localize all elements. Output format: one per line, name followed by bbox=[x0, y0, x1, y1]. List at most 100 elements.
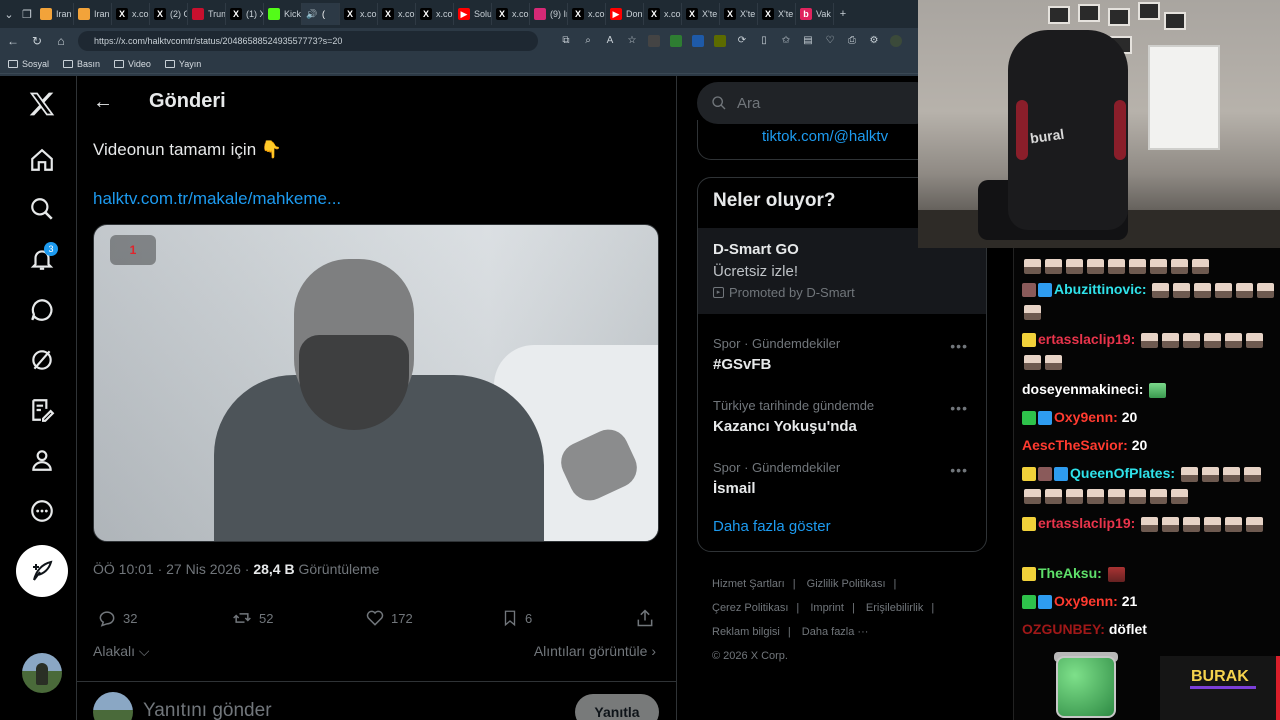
bookmark-action[interactable]: 6 bbox=[501, 608, 532, 628]
show-more-link[interactable]: Daha fazla göster bbox=[713, 518, 831, 535]
reply-input[interactable]: Yanıtını gönder bbox=[143, 700, 272, 720]
screenshot-icon[interactable]: ⧉ bbox=[560, 35, 572, 47]
chat-emote-icon bbox=[1045, 354, 1062, 370]
trend-item[interactable]: Türkiye tarihinde gündemde Kazancı Yokuş… bbox=[698, 386, 986, 448]
browser-tab[interactable]: X X'te bbox=[720, 3, 758, 25]
chat-username[interactable]: Oxy9enn: bbox=[1054, 593, 1118, 609]
chat-username[interactable]: OZGUNBEY: bbox=[1022, 621, 1105, 637]
chat-username[interactable]: QueenOfPlates: bbox=[1070, 465, 1175, 481]
browser-tab[interactable]: X X'te bbox=[758, 3, 796, 25]
chat-username[interactable]: Oxy9enn: bbox=[1054, 409, 1118, 425]
trend-item[interactable]: Spor · Gündemdekiler #GSvFB ••• bbox=[698, 324, 986, 386]
footer-cookies[interactable]: Çerez Politikası bbox=[712, 602, 788, 614]
favorites-icon[interactable]: ✩ bbox=[780, 35, 792, 47]
home-nav-icon[interactable] bbox=[20, 138, 64, 182]
browser-tab[interactable]: Xx.cor bbox=[492, 3, 530, 25]
tiktok-link[interactable]: tiktok.com/@halktv bbox=[762, 128, 888, 145]
browser-tab[interactable]: (9) Ir bbox=[530, 3, 568, 25]
bookmark-folder[interactable]: Basın bbox=[63, 59, 100, 69]
profile-icon[interactable] bbox=[20, 438, 64, 482]
chat-username[interactable]: AescTheSavior: bbox=[1022, 437, 1128, 453]
chat-username[interactable]: doseyenmakineci: bbox=[1022, 381, 1143, 397]
like-action[interactable]: 172 bbox=[365, 608, 413, 628]
footer-imprint[interactable]: Imprint bbox=[810, 602, 844, 614]
sync-icon[interactable]: ⟳ bbox=[736, 35, 748, 47]
browser-tab[interactable]: Xx.cor bbox=[568, 3, 606, 25]
chat-username[interactable]: ertasslaclip19: bbox=[1038, 331, 1135, 347]
compose-post-button[interactable] bbox=[16, 545, 68, 597]
browser-tab[interactable]: Xx.cor bbox=[644, 3, 682, 25]
extension-icon[interactable] bbox=[648, 35, 660, 47]
workspaces-icon[interactable]: ❐ bbox=[18, 8, 36, 21]
reply-button[interactable]: Yanıtla bbox=[575, 694, 659, 720]
tab-label: x.cor bbox=[588, 9, 606, 19]
browser-tab[interactable]: X (1) X bbox=[226, 3, 264, 25]
explore-search-icon[interactable] bbox=[20, 187, 64, 231]
settings-icon[interactable]: ⚙ bbox=[868, 35, 880, 47]
back-icon[interactable]: ← bbox=[6, 34, 20, 48]
back-arrow-icon[interactable]: ← bbox=[91, 88, 115, 116]
footer-privacy[interactable]: Gizlilik Politikası bbox=[807, 578, 886, 590]
browser-tab[interactable]: Xx.cor bbox=[378, 3, 416, 25]
chat-username[interactable]: ertasslaclip19: bbox=[1038, 515, 1135, 531]
screenshot-tool-icon[interactable]: ⎙ bbox=[846, 35, 858, 47]
account-avatar[interactable] bbox=[22, 653, 62, 693]
browser-tab[interactable]: ▶ Solu bbox=[454, 3, 492, 25]
profile-icon[interactable] bbox=[890, 35, 902, 47]
home-icon[interactable]: ⌂ bbox=[54, 34, 68, 48]
tweet-link[interactable]: halktv.com.tr/makale/mahkeme... bbox=[93, 189, 341, 209]
search-input[interactable]: Ara bbox=[697, 82, 937, 124]
grok-icon[interactable] bbox=[20, 338, 64, 382]
browser-tab[interactable]: ▶ Don bbox=[606, 3, 644, 25]
footer-ads[interactable]: Reklam bilgisi bbox=[712, 626, 780, 638]
post-timestamp[interactable]: ÖÖ 10:01 · 27 Nis 2026 · bbox=[93, 561, 253, 577]
trend-more-icon[interactable]: ••• bbox=[950, 462, 968, 478]
x-logo-icon[interactable] bbox=[20, 82, 64, 126]
browser-tab[interactable]: Xx.cor bbox=[112, 3, 150, 25]
extension-icon[interactable] bbox=[670, 35, 682, 47]
browser-tab[interactable]: Iran bbox=[36, 3, 74, 25]
collections-icon[interactable]: ▤ bbox=[802, 35, 814, 47]
trend-more-icon[interactable]: ••• bbox=[950, 400, 968, 416]
bookmark-folder[interactable]: Sosyal bbox=[8, 59, 49, 69]
browser-tab[interactable]: Iran bbox=[74, 3, 112, 25]
bookmark-folder[interactable]: Yayın bbox=[164, 59, 201, 69]
browser-tab[interactable]: Xx.cor bbox=[340, 3, 378, 25]
more-options-icon[interactable] bbox=[20, 489, 64, 533]
repost-action[interactable]: 52 bbox=[231, 608, 273, 628]
share-action[interactable] bbox=[635, 608, 655, 628]
extension-icon[interactable] bbox=[714, 35, 726, 47]
new-tab-button[interactable]: + bbox=[834, 8, 852, 20]
browser-tab[interactable]: Xx.cor bbox=[416, 3, 454, 25]
browser-tab[interactable]: Kick bbox=[264, 3, 302, 25]
footer-terms[interactable]: Hizmet Şartları bbox=[712, 578, 785, 590]
browser-tab[interactable]: Trum bbox=[188, 3, 226, 25]
chat-username[interactable]: Abuzittinovic: bbox=[1054, 281, 1147, 297]
split-screen-icon[interactable]: ▯ bbox=[758, 35, 770, 47]
video-player[interactable]: 1 bbox=[93, 224, 659, 542]
browser-essentials-icon[interactable]: ♡ bbox=[824, 35, 836, 47]
browser-tab[interactable]: 🔊( bbox=[302, 3, 340, 25]
reply-action[interactable]: 32 bbox=[97, 608, 137, 628]
articles-icon[interactable] bbox=[20, 388, 64, 432]
bookmark-folder[interactable]: Video bbox=[114, 59, 151, 69]
browser-tab[interactable]: b Vak bbox=[796, 3, 834, 25]
browser-tab[interactable]: X X'te bbox=[682, 3, 720, 25]
browser-tab[interactable]: X (2) G bbox=[150, 3, 188, 25]
view-quotes-link[interactable]: Alıntıları görüntüle › bbox=[534, 643, 656, 659]
url-field[interactable]: https://x.com/halktvcomtr/status/2048658… bbox=[78, 31, 538, 51]
chat-username[interactable]: TheAksu: bbox=[1038, 565, 1102, 581]
footer-more[interactable]: Daha fazla ··· bbox=[802, 626, 869, 638]
notifications-bell-icon[interactable] bbox=[20, 237, 64, 281]
extension-icon[interactable] bbox=[692, 35, 704, 47]
related-dropdown[interactable]: Alakalı ⌵ bbox=[93, 643, 150, 660]
trend-item[interactable]: Spor · Gündemdekiler İsmail ••• bbox=[698, 448, 986, 510]
read-aloud-icon[interactable]: A bbox=[604, 35, 616, 47]
tab-list-icon[interactable]: ⌄ bbox=[0, 8, 18, 21]
footer-accessibility[interactable]: Erişilebilirlik bbox=[866, 602, 923, 614]
favorite-icon[interactable]: ☆ bbox=[626, 35, 638, 47]
refresh-icon[interactable]: ↻ bbox=[30, 34, 44, 48]
zoom-icon[interactable]: ⌕ bbox=[582, 35, 594, 47]
grok-chat-icon[interactable] bbox=[20, 288, 64, 332]
trend-more-icon[interactable]: ••• bbox=[950, 338, 968, 354]
